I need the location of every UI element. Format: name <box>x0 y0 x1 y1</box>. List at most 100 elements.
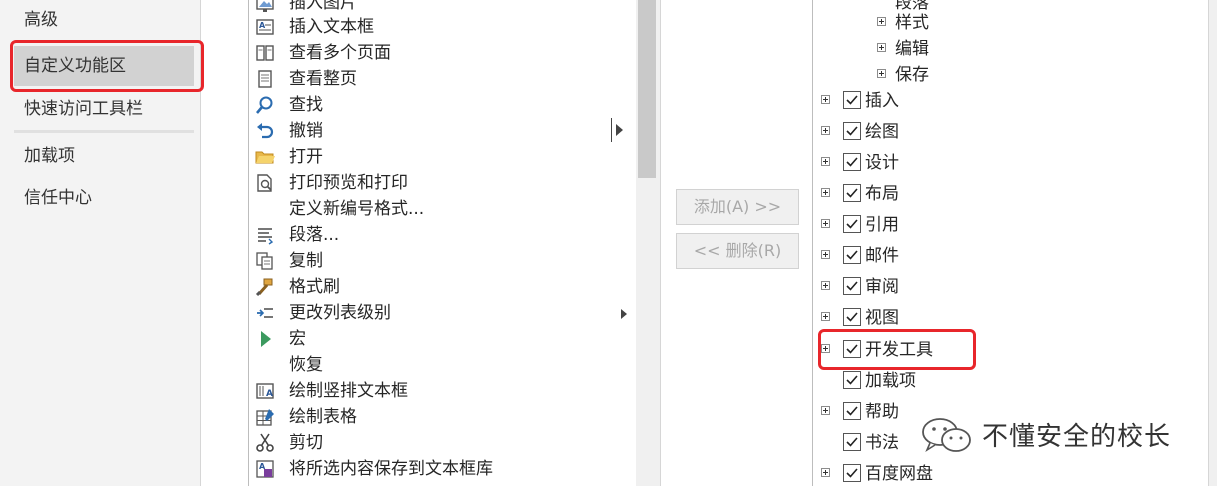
command-item[interactable]: A 将所选内容保存到文本框库 <box>249 456 637 482</box>
submenu-arrow-icon <box>616 124 623 136</box>
tree-item-label: 样式 <box>895 13 929 33</box>
command-label: 查找 <box>289 95 323 115</box>
tree-item-tab-mailings[interactable]: 邮件 <box>813 243 1209 269</box>
multi-page-icon <box>256 45 274 61</box>
command-item[interactable]: 打开 <box>249 144 637 170</box>
tree-item-tab-insert[interactable]: 插入 <box>813 88 1209 114</box>
command-item[interactable]: 宏 <box>249 326 637 352</box>
checkbox-checked[interactable] <box>843 464 861 482</box>
tree-item-tab-add-ins[interactable]: 加载项 <box>813 368 1209 394</box>
command-item[interactable]: 更改列表级别 <box>249 300 637 326</box>
checkbox-checked[interactable] <box>843 246 861 264</box>
checkmark-icon <box>846 281 858 291</box>
command-item[interactable]: 剪切 <box>249 430 637 456</box>
checkbox-checked[interactable] <box>843 153 861 171</box>
commands-scrollbar[interactable] <box>636 0 661 486</box>
list-level-icon <box>257 308 273 318</box>
checkbox-checked[interactable] <box>843 277 861 295</box>
nav-item-label: 快速访问工具栏 <box>24 99 143 119</box>
nav-item-trust-center[interactable]: 信任中心 <box>14 178 194 218</box>
command-item[interactable]: 复制 <box>249 248 637 274</box>
expand-plus-icon[interactable] <box>821 468 830 477</box>
command-item[interactable]: 绘制表格 <box>249 404 637 430</box>
tree-item-label: 布局 <box>865 184 899 204</box>
command-item[interactable]: 查找 <box>249 92 637 118</box>
command-label: 段落... <box>289 225 340 245</box>
expand-plus-icon[interactable] <box>821 219 830 228</box>
copy-icon <box>256 252 273 270</box>
checkmark-icon <box>846 375 858 385</box>
command-item[interactable]: 定义新编号格式... <box>249 196 637 222</box>
tree-item-tab-view[interactable]: 视图 <box>813 305 1209 331</box>
expand-plus-icon[interactable] <box>821 126 830 135</box>
tree-scrollbar[interactable] <box>1208 0 1217 486</box>
command-label: 更改列表级别 <box>289 303 391 323</box>
tree-item-group[interactable]: 样式 <box>813 10 1209 36</box>
tree-item-group[interactable]: 保存 <box>813 62 1209 88</box>
tree-item-tab-draw[interactable]: 绘图 <box>813 119 1209 145</box>
tree-item-tab-references[interactable]: 引用 <box>813 212 1209 238</box>
tree-item-label: 插入 <box>865 91 899 111</box>
expand-plus-icon[interactable] <box>821 406 830 415</box>
expand-plus-icon[interactable] <box>821 312 830 321</box>
command-item[interactable]: 查看整页 <box>249 66 637 92</box>
command-label: 打印预览和打印 <box>289 173 408 193</box>
commands-list[interactable]: 插入图片 A 插入文本框 查看多个页面 查看整页 查找 撤销 打开 打印预览和打… <box>248 0 638 486</box>
command-item[interactable]: 段落... <box>249 222 637 248</box>
expand-plus-icon[interactable] <box>821 95 830 104</box>
expand-plus-icon[interactable] <box>877 69 886 78</box>
checkmark-icon <box>846 126 858 136</box>
command-item[interactable]: A 绘制竖排文本框 <box>249 378 637 404</box>
checkbox-checked[interactable] <box>843 433 861 451</box>
command-item[interactable]: 查看多个页面 <box>249 40 637 66</box>
tree-item-tab-design[interactable]: 设计 <box>813 150 1209 176</box>
nav-item-label: 加载项 <box>24 146 75 166</box>
checkbox-checked[interactable] <box>843 340 861 358</box>
checkbox-checked[interactable] <box>843 371 861 389</box>
command-label: 将所选内容保存到文本框库 <box>289 459 493 479</box>
checkbox-checked[interactable] <box>843 184 861 202</box>
ribbon-tabs-tree[interactable]: 段落 样式 编辑 保存 插入 绘图 设计 布局 引用 邮件 审阅 视图 开发工具… <box>812 0 1209 486</box>
checkbox-checked[interactable] <box>843 402 861 420</box>
add-button[interactable]: 添加(A) >> <box>676 189 799 225</box>
expand-plus-icon[interactable] <box>821 344 830 353</box>
scissors-icon <box>256 433 274 452</box>
expand-plus-icon[interactable] <box>877 17 886 26</box>
checkmark-icon <box>846 406 858 416</box>
expand-plus-icon[interactable] <box>821 250 830 259</box>
scrollbar-thumb[interactable] <box>638 0 656 178</box>
nav-item-customize-ribbon[interactable]: 自定义功能区 <box>14 46 194 86</box>
command-label: 格式刷 <box>289 277 340 297</box>
watermark-text: 不懂安全的校长 <box>982 422 1172 452</box>
command-item[interactable]: A 插入文本框 <box>249 14 637 40</box>
checkbox-checked[interactable] <box>843 215 861 233</box>
tree-item-label: 编辑 <box>895 39 929 59</box>
command-label: 绘制竖排文本框 <box>289 381 408 401</box>
checkbox-checked[interactable] <box>843 91 861 109</box>
expand-plus-icon[interactable] <box>821 281 830 290</box>
tree-item-tab-review[interactable]: 审阅 <box>813 274 1209 300</box>
command-item[interactable]: 格式刷 <box>249 274 637 300</box>
expand-plus-icon[interactable] <box>821 157 830 166</box>
checkbox-checked[interactable] <box>843 122 861 140</box>
command-label: 复制 <box>289 251 323 271</box>
nav-item-advanced[interactable]: 高级 <box>14 0 194 40</box>
command-item[interactable]: 撤销 <box>249 118 637 144</box>
remove-button[interactable]: << 删除(R) <box>676 233 799 269</box>
command-item[interactable]: 恢复 <box>249 352 637 378</box>
expand-plus-icon[interactable] <box>877 43 886 52</box>
find-icon <box>256 96 273 114</box>
tree-item-label: 帮助 <box>865 402 899 422</box>
nav-item-add-ins[interactable]: 加载项 <box>14 136 194 176</box>
expand-plus-icon[interactable] <box>821 188 830 197</box>
tree-item-tab-baidu-netdisk[interactable]: 百度网盘 <box>813 461 1209 486</box>
nav-item-quick-access-toolbar[interactable]: 快速访问工具栏 <box>14 89 194 129</box>
tree-item-label: 引用 <box>865 215 899 235</box>
command-item[interactable]: 打印预览和打印 <box>249 170 637 196</box>
picture-icon <box>256 0 274 12</box>
tree-item-group[interactable]: 编辑 <box>813 36 1209 62</box>
checkbox-checked[interactable] <box>843 308 861 326</box>
tree-item-tab-developer[interactable]: 开发工具 <box>813 337 1209 363</box>
tree-item-tab-layout[interactable]: 布局 <box>813 181 1209 207</box>
checkmark-icon <box>846 188 858 198</box>
